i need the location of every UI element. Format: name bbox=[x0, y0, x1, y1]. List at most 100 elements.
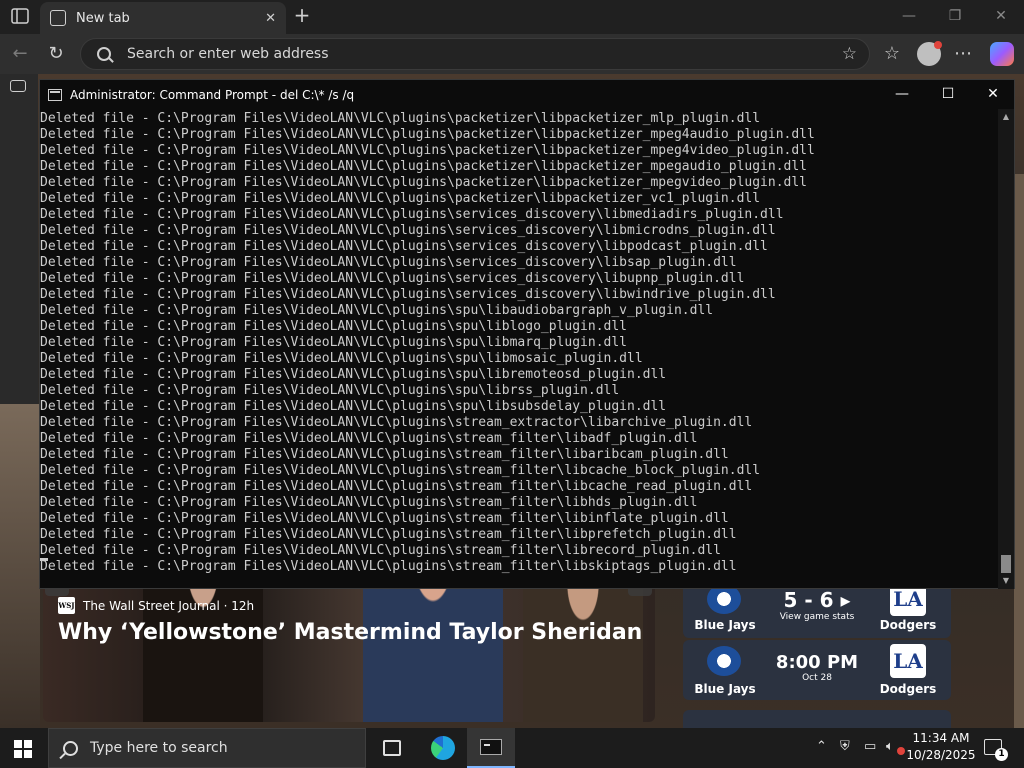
search-icon bbox=[63, 740, 78, 756]
taskbar-terminal-button[interactable] bbox=[467, 728, 515, 768]
tab-actions-icon[interactable] bbox=[8, 6, 32, 26]
console-line: Deleted file - C:\Program Files\VideoLAN… bbox=[40, 399, 667, 414]
console-line: Deleted file - C:\Program Files\VideoLAN… bbox=[40, 223, 776, 238]
console-line: Deleted file - C:\Program Files\VideoLAN… bbox=[40, 335, 627, 350]
background-image-edge bbox=[1014, 174, 1024, 728]
console-output[interactable]: Deleted file - C:\Program Files\VideoLAN… bbox=[40, 109, 1000, 589]
console-line: Deleted file - C:\Program Files\VideoLAN… bbox=[40, 191, 761, 206]
wsj-logo-icon: WSJ bbox=[58, 597, 75, 614]
publisher-label: The Wall Street Journal · 12h bbox=[83, 598, 255, 613]
cmd-app-icon bbox=[48, 88, 62, 101]
console-line: Deleted file - C:\Program Files\VideoLAN… bbox=[40, 175, 808, 190]
volume-muted-badge bbox=[897, 747, 905, 755]
console-line: Deleted file - C:\Program Files\VideoLAN… bbox=[40, 527, 737, 542]
scroll-down-icon[interactable]: ▼ bbox=[998, 573, 1014, 589]
favorites-icon[interactable]: ☆ bbox=[880, 42, 904, 66]
browser-tab-bar: New tab ✕ + — ❐ ✕ bbox=[0, 0, 1024, 34]
browser-close-icon[interactable]: ✕ bbox=[990, 6, 1012, 26]
game-time: 8:00 PM bbox=[775, 652, 859, 673]
game-date: Oct 28 bbox=[802, 673, 832, 683]
volume-icon[interactable]: 🔈︎ bbox=[886, 739, 894, 754]
background-image bbox=[0, 404, 40, 728]
address-bar[interactable]: ☆ bbox=[80, 38, 870, 70]
windows-start-icon[interactable] bbox=[14, 740, 32, 758]
away-team: Blue Jays bbox=[694, 682, 756, 696]
system-clock[interactable]: 11:34 AM 10/28/2025 bbox=[906, 730, 976, 764]
scroll-thumb[interactable] bbox=[1001, 555, 1011, 573]
command-prompt-icon bbox=[480, 739, 502, 755]
cmd-minimize-icon[interactable]: — bbox=[892, 84, 912, 104]
cmd-close-icon[interactable]: ✕ bbox=[983, 84, 1003, 104]
home-team: Dodgers bbox=[879, 682, 937, 696]
console-line: Deleted file - C:\Program Files\VideoLAN… bbox=[40, 127, 815, 142]
tab-new-tab[interactable]: New tab ✕ bbox=[40, 2, 286, 34]
cmd-maximize-icon[interactable]: ☐ bbox=[938, 84, 958, 104]
away-team: Blue Jays bbox=[694, 618, 756, 632]
taskbar-search-placeholder: Type here to search bbox=[90, 740, 228, 756]
taskbar-search-box[interactable]: Type here to search bbox=[48, 728, 366, 768]
scroll-up-icon[interactable]: ▲ bbox=[998, 109, 1014, 125]
browser-minimize-icon[interactable]: — bbox=[898, 6, 920, 26]
console-line: Deleted file - C:\Program Files\VideoLAN… bbox=[40, 287, 776, 302]
sidebar-toggle-icon[interactable] bbox=[10, 80, 26, 92]
tab-close-icon[interactable]: ✕ bbox=[265, 11, 276, 26]
favorite-star-icon[interactable]: ☆ bbox=[842, 44, 857, 64]
score-card[interactable] bbox=[683, 710, 951, 728]
home-team: Dodgers bbox=[879, 618, 937, 632]
copilot-icon[interactable] bbox=[990, 42, 1014, 66]
score-card[interactable]: Blue Jays 8:00 PM Oct 28 LA Dodgers bbox=[683, 640, 951, 700]
refresh-icon[interactable]: ↻ bbox=[44, 42, 68, 66]
show-hidden-icons-icon[interactable]: ⌃ bbox=[816, 739, 827, 754]
search-icon bbox=[97, 47, 111, 61]
game-stats-link[interactable]: View game stats bbox=[773, 612, 861, 622]
console-cursor bbox=[40, 558, 48, 561]
task-view-button[interactable] bbox=[368, 728, 416, 768]
game-score: 5 - 6 ▸ bbox=[783, 588, 851, 612]
console-line: Deleted file - C:\Program Files\VideoLAN… bbox=[40, 159, 808, 174]
task-view-icon bbox=[383, 740, 401, 756]
console-line: Deleted file - C:\Program Files\VideoLAN… bbox=[40, 559, 737, 574]
cmd-scrollbar[interactable]: ▲ ▼ bbox=[998, 109, 1014, 589]
console-line: Deleted file - C:\Program Files\VideoLAN… bbox=[40, 479, 753, 494]
console-line: Deleted file - C:\Program Files\VideoLAN… bbox=[40, 463, 761, 478]
new-tab-favicon-icon bbox=[50, 10, 66, 26]
taskbar: Type here to search ⌃ ⛨ ▭ 🔈︎ 11:34 AM 10… bbox=[0, 728, 1024, 768]
console-line: Deleted file - C:\Program Files\VideoLAN… bbox=[40, 239, 768, 254]
back-icon[interactable]: ← bbox=[8, 42, 32, 66]
browser-toolbar: ← ↻ ☆ ☆ ⋯ bbox=[0, 34, 1024, 74]
console-line: Deleted file - C:\Program Files\VideoLAN… bbox=[40, 543, 721, 558]
console-line: Deleted file - C:\Program Files\VideoLAN… bbox=[40, 351, 643, 366]
console-line: Deleted file - C:\Program Files\VideoLAN… bbox=[40, 271, 745, 286]
browser-restore-icon[interactable]: ❐ bbox=[944, 6, 966, 26]
new-tab-button[interactable]: + bbox=[290, 3, 314, 27]
more-icon[interactable]: ⋯ bbox=[951, 42, 975, 66]
network-icon[interactable]: ▭ bbox=[864, 739, 876, 754]
console-line: Deleted file - C:\Program Files\VideoLAN… bbox=[40, 143, 815, 158]
profile-avatar[interactable] bbox=[917, 41, 942, 66]
console-line: Deleted file - C:\Program Files\VideoLAN… bbox=[40, 255, 737, 270]
address-input[interactable] bbox=[127, 46, 842, 62]
console-line: Deleted file - C:\Program Files\VideoLAN… bbox=[40, 207, 784, 222]
command-prompt-window[interactable]: Administrator: Command Prompt - del C:\*… bbox=[39, 79, 1015, 589]
news-headline[interactable]: Why ‘Yellowstone’ Mastermind Taylor Sher… bbox=[58, 620, 642, 645]
cmd-title-bar[interactable]: Administrator: Command Prompt - del C:\*… bbox=[40, 80, 1014, 109]
cmd-title: Administrator: Command Prompt - del C:\*… bbox=[70, 87, 355, 102]
console-line: Deleted file - C:\Program Files\VideoLAN… bbox=[40, 447, 729, 462]
console-line: Deleted file - C:\Program Files\VideoLAN… bbox=[40, 415, 753, 430]
edge-icon bbox=[431, 736, 455, 760]
tab-title: New tab bbox=[76, 10, 130, 26]
blue-jays-logo-icon bbox=[707, 646, 741, 676]
news-publisher: WSJ The Wall Street Journal · 12h bbox=[58, 597, 254, 614]
taskbar-edge-button[interactable] bbox=[419, 728, 467, 768]
clock-date: 10/28/2025 bbox=[906, 748, 976, 762]
console-line: Deleted file - C:\Program Files\VideoLAN… bbox=[40, 431, 698, 446]
console-line: Deleted file - C:\Program Files\VideoLAN… bbox=[40, 383, 620, 398]
console-line: Deleted file - C:\Program Files\VideoLAN… bbox=[40, 319, 627, 334]
notification-count-badge: 1 bbox=[995, 748, 1008, 761]
console-line: Deleted file - C:\Program Files\VideoLAN… bbox=[40, 111, 761, 126]
security-icon[interactable]: ⛨ bbox=[840, 739, 850, 754]
console-line: Deleted file - C:\Program Files\VideoLAN… bbox=[40, 495, 698, 510]
dodgers-logo-icon: LA bbox=[890, 644, 926, 678]
console-line: Deleted file - C:\Program Files\VideoLAN… bbox=[40, 367, 667, 382]
clock-time: 11:34 AM bbox=[912, 731, 970, 745]
